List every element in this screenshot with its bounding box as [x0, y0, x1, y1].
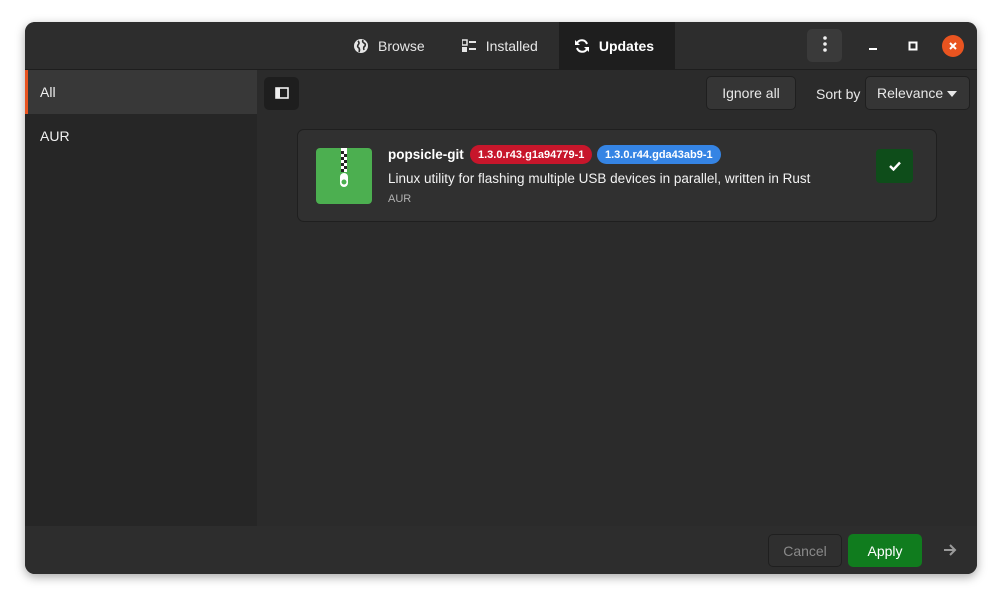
app-window: Browse Installed Updates All AUR Ignore …	[25, 22, 977, 574]
sidebar-item-label: All	[40, 84, 56, 100]
maximize-button[interactable]	[902, 35, 924, 57]
globe-icon	[352, 37, 370, 55]
tab-label: Updates	[598, 37, 655, 54]
close-button[interactable]	[942, 35, 964, 57]
cancel-button[interactable]: Cancel	[768, 534, 842, 567]
package-name: popsicle-git	[388, 147, 464, 162]
checkmark-icon	[888, 158, 901, 174]
apply-label: Apply	[867, 542, 903, 559]
sort-value: Relevance	[877, 85, 944, 101]
sidebar: All AUR	[25, 70, 257, 526]
tab-browse[interactable]: Browse	[338, 22, 446, 69]
package-card: popsicle-git 1.3.0.r43.g1a94779-1 1.3.0.…	[297, 129, 937, 222]
package-repo: AUR	[388, 193, 412, 205]
sort-by-dropdown[interactable]: Relevance	[865, 76, 970, 110]
chevron-down-icon	[947, 91, 957, 97]
tab-updates[interactable]: Updates	[558, 22, 676, 69]
sidebar-toggle-button[interactable]	[264, 77, 299, 110]
minimize-icon	[868, 38, 878, 54]
archive-icon	[316, 148, 372, 204]
sidebar-item-all[interactable]: All	[25, 70, 257, 114]
next-button[interactable]	[939, 540, 961, 562]
tab-label: Installed	[485, 37, 538, 54]
cancel-label: Cancel	[783, 542, 827, 559]
tab-installed[interactable]: Installed	[446, 22, 559, 69]
maximize-icon	[908, 38, 918, 54]
minimize-button[interactable]	[862, 35, 884, 57]
footer-bar: Cancel Apply	[25, 526, 977, 574]
select-update-checkbox[interactable]	[876, 149, 913, 183]
sidebar-item-aur[interactable]: AUR	[25, 114, 257, 158]
current-version-badge: 1.3.0.r43.g1a94779-1	[470, 145, 593, 164]
close-icon	[948, 38, 958, 54]
arrow-right-icon	[943, 543, 957, 559]
ignore-all-button[interactable]: Ignore all	[706, 76, 796, 110]
kebab-menu-icon	[822, 36, 827, 55]
header-bar: Browse Installed Updates	[25, 22, 977, 70]
list-icon	[460, 37, 478, 55]
sidebar-item-label: AUR	[40, 128, 70, 144]
main-content: Ignore all Sort by Relevance popsicle-gi…	[257, 70, 977, 526]
view-switcher: Browse Installed Updates	[338, 22, 676, 69]
package-description: Linux utility for flashing multiple USB …	[388, 171, 811, 186]
new-version-badge: 1.3.0.r44.gda43ab9-1	[597, 145, 721, 164]
apply-button[interactable]: Apply	[848, 534, 922, 567]
tab-label: Browse	[378, 37, 425, 54]
sidebar-panel-icon	[274, 86, 289, 102]
sort-by-label: Sort by	[816, 86, 861, 102]
refresh-icon	[573, 37, 591, 55]
main-menu-button[interactable]	[807, 29, 842, 62]
ignore-all-label: Ignore all	[722, 85, 780, 101]
